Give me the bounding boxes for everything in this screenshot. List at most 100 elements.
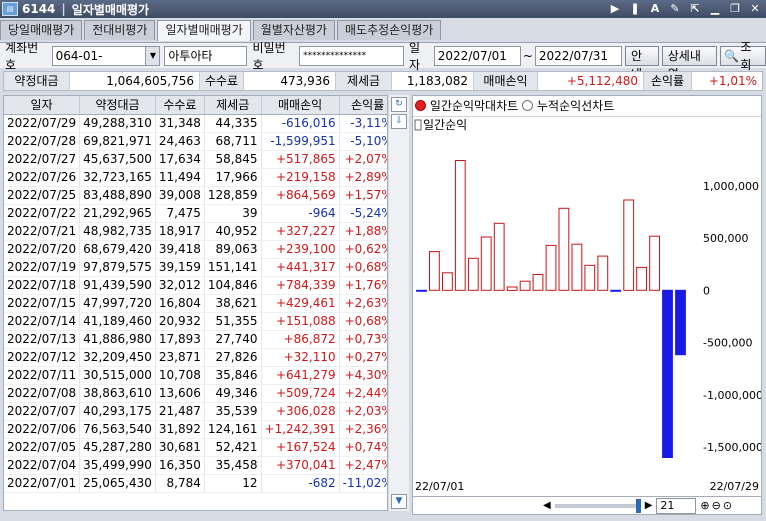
- guide-button[interactable]: 안내: [624, 45, 659, 81]
- cell-rate: +0,27%: [339, 348, 387, 367]
- cell-tax: 151,141: [204, 258, 262, 277]
- table-row[interactable]: 2022/07/07 40,293,175 21,487 35,539 +306,028…: [4, 402, 387, 421]
- x-end-label: 22/07/29: [710, 480, 759, 493]
- account-select[interactable]: 064-01- ▼: [51, 45, 161, 66]
- table-row[interactable]: 2022/07/13 41,886,980 17,893 27,740 +86,872 +…: [4, 330, 387, 349]
- account-name: 아투아타: [164, 45, 248, 66]
- table-row[interactable]: 2022/07/2221,292,9657,47539-964-5,24%: [4, 204, 387, 223]
- cell-amount: 45,287,280: [79, 438, 156, 457]
- tab-daily-trade[interactable]: 당일매매평가: [0, 20, 83, 40]
- zoom-field[interactable]: 21: [656, 497, 697, 514]
- export-icon[interactable]: ⇩: [391, 114, 407, 129]
- restore-icon[interactable]: ❐: [726, 1, 744, 16]
- cell-fee: 32,012: [155, 276, 205, 295]
- cell-amount: 69,821,971: [79, 132, 156, 151]
- table-row[interactable]: 2022/07/25 83,488,890 39,008 128,859 +864,56…: [4, 186, 387, 205]
- col-fee[interactable]: 수수료: [155, 96, 205, 115]
- cell-pnl: +86,872: [261, 330, 340, 349]
- table-row[interactable]: 2022/07/18 91,439,590 32,012 104,846 +784,33…: [4, 276, 387, 295]
- font-icon[interactable]: A: [646, 1, 664, 16]
- query-button[interactable]: 🔍 조회: [720, 40, 766, 72]
- col-date[interactable]: 일자: [4, 96, 81, 115]
- radio-daily[interactable]: 일간순익막대차트: [415, 97, 518, 114]
- table-row[interactable]: 2022/07/08 38,863,610 13,606 49,346 +509,724…: [4, 384, 387, 403]
- col-pnl[interactable]: 매매손익: [261, 96, 340, 115]
- scroll-right-icon[interactable]: ▶: [645, 500, 653, 511]
- bar-07/12: [506, 286, 518, 291]
- chevron-down-icon[interactable]: ▼: [145, 46, 160, 65]
- table-row[interactable]: 2022/07/21 48,982,735 18,917 40,952 +327,227…: [4, 222, 387, 241]
- play-icon[interactable]: ▶: [606, 1, 624, 16]
- table-row[interactable]: 2022/07/12 32,209,450 23,871 27,826 +32,110 +…: [4, 348, 387, 367]
- cell-rate: -3,11%: [339, 114, 387, 133]
- bar-07/28: [662, 289, 673, 458]
- bar-07/14: [532, 274, 544, 291]
- cell-date: 2022/07/12: [4, 348, 81, 367]
- refresh-icon[interactable]: ↻: [391, 97, 407, 112]
- table-row[interactable]: 2022/07/11 30,515,000 10,708 35,846 +641,279…: [4, 366, 387, 385]
- date-separator: ~: [522, 48, 533, 63]
- table-row[interactable]: 2022/07/06 76,563,540 31,892 124,161 +1,242,…: [4, 420, 387, 439]
- cell-amount: 68,679,420: [79, 240, 156, 259]
- table-row[interactable]: 2022/07/05 45,287,280 30,681 52,421 +167,524…: [4, 438, 387, 457]
- tab-sell-estimate[interactable]: 매도추정손익평가: [336, 20, 442, 40]
- search-icon: 🔍: [724, 48, 740, 63]
- date-to-field[interactable]: 2022/07/31: [534, 45, 622, 66]
- cell-tax: 38,621: [204, 294, 262, 313]
- bar-07/11: [493, 222, 505, 291]
- daily-eval-table[interactable]: 일자 약정대금 수수료 제세금 매매손익 손익률 2022/07/29 49,28…: [3, 95, 388, 511]
- cell-amount: 21,292,965: [79, 204, 156, 223]
- cell-rate: +0,68%: [339, 312, 387, 331]
- scroll-left-icon[interactable]: ◀: [543, 500, 551, 511]
- table-row[interactable]: 2022/07/14 41,189,460 20,932 51,355 +151,088…: [4, 312, 387, 331]
- col-tax[interactable]: 제세금: [204, 96, 262, 115]
- zoom-out-icon[interactable]: ⊖: [712, 499, 721, 512]
- table-row[interactable]: 2022/07/28 69,821,971 24,463 68,711 -1,599,9…: [4, 132, 387, 151]
- table-row[interactable]: 2022/07/04 35,499,990 16,350 35,458 +370,041…: [4, 456, 387, 475]
- pause-icon[interactable]: ❚: [626, 1, 644, 16]
- cell-rate: +2,47%: [339, 456, 387, 475]
- tab-daily-eval[interactable]: 일자별매매평가: [157, 20, 251, 41]
- radio-cumulative[interactable]: 누적순익선차트: [522, 97, 614, 114]
- bar-07/06: [454, 160, 466, 291]
- cell-tax: 49,346: [204, 384, 262, 403]
- bar-07/01: [416, 289, 427, 292]
- cell-amount: 32,723,165: [79, 168, 156, 187]
- close-icon[interactable]: ✕: [746, 1, 764, 16]
- tab-prev-compare[interactable]: 전대비평가: [84, 20, 156, 40]
- table-row[interactable]: 2022/07/01 25,065,430 8,784 12 -682 -11,02%: [4, 474, 387, 493]
- cell-date: 2022/07/18: [4, 276, 81, 295]
- minimize-icon[interactable]: ▁: [706, 1, 724, 16]
- bar-07/27: [649, 235, 660, 291]
- table-row[interactable]: 2022/07/20 68,679,420 39,418 89,063 +239,100…: [4, 240, 387, 259]
- cell-rate: +2,89%: [339, 168, 387, 187]
- cell-rate: +4,30%: [339, 366, 387, 385]
- table-row[interactable]: 2022/07/26 32,723,165 11,494 17,966 +219,158…: [4, 168, 387, 187]
- edit-icon[interactable]: ✎: [666, 1, 684, 16]
- table-row[interactable]: 2022/07/19 97,879,575 39,159 151,141 +441,31…: [4, 258, 387, 277]
- bar-07/08: [480, 236, 492, 291]
- chart-mode-radios: 일간순익막대차트 누적순익선차트: [415, 96, 614, 114]
- zoom-slider[interactable]: [554, 498, 641, 513]
- scroll-down-icon[interactable]: ▼: [391, 494, 407, 509]
- table-row[interactable]: 2022/07/15 47,997,720 16,804 38,621 +429,461…: [4, 294, 387, 313]
- password-field[interactable]: **************: [299, 45, 404, 66]
- tab-monthly-asset[interactable]: 월별자산평가: [252, 20, 335, 40]
- col-amount[interactable]: 약정대금: [79, 96, 156, 115]
- pnl-bar-chart[interactable]: 일간순익 1,000,000 500,000 0 -500,000 -1,000,000…: [413, 116, 761, 496]
- cell-fee: 39,418: [155, 240, 205, 259]
- cell-fee: 24,463: [155, 132, 205, 151]
- cell-date: 2022/07/28: [4, 132, 81, 151]
- cell-amount: 40,293,175: [79, 402, 156, 421]
- table-row[interactable]: 2022/07/29 49,288,310 31,348 44,335 -616,016…: [4, 114, 387, 133]
- zoom-reset-icon[interactable]: ⊙: [723, 499, 732, 512]
- bar-07/19: [571, 243, 583, 291]
- table-row[interactable]: 2022/07/27 45,637,500 17,634 58,845 +517,865…: [4, 150, 387, 169]
- date-from-field[interactable]: 2022/07/01: [433, 45, 521, 66]
- link-icon[interactable]: ⇱: [686, 1, 704, 16]
- detail-button[interactable]: 상세내역: [661, 45, 718, 81]
- col-rate[interactable]: 손익률: [339, 96, 387, 115]
- cell-fee: 8,784: [155, 474, 205, 493]
- zoom-in-icon[interactable]: ⊕: [700, 499, 709, 512]
- cell-tax: 27,826: [204, 348, 262, 367]
